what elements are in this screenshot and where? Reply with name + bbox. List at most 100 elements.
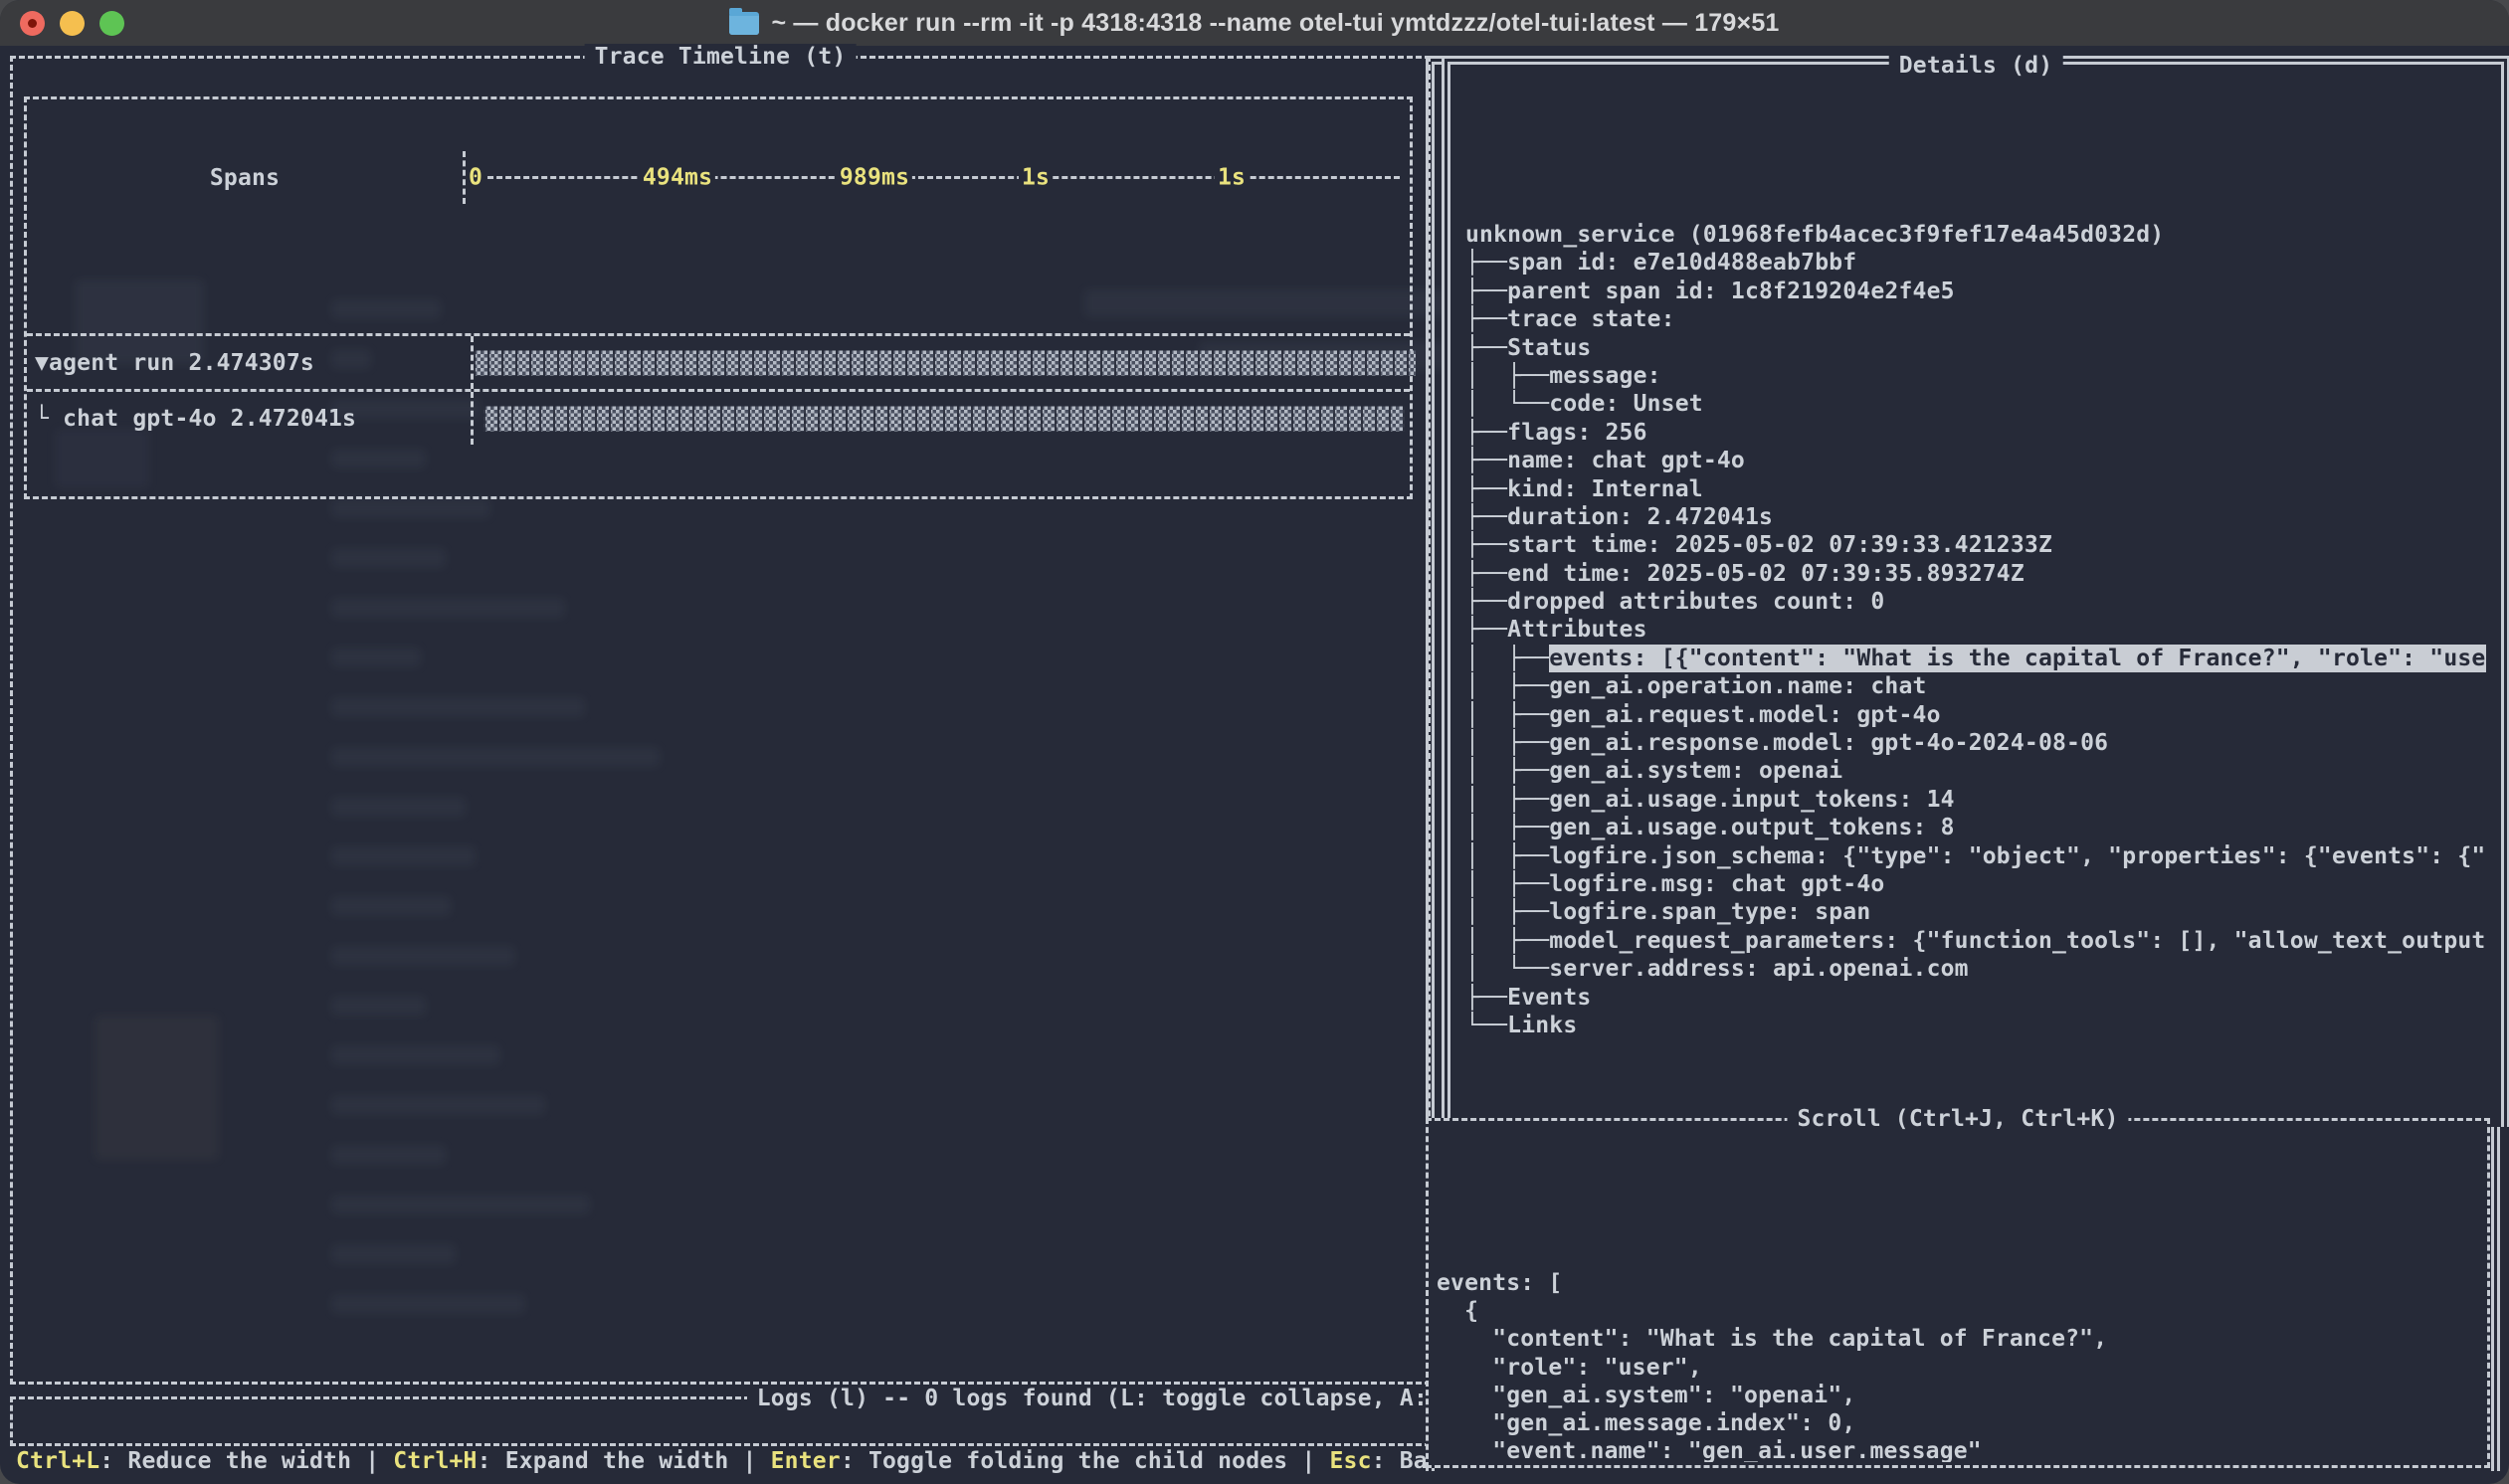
tree-row[interactable]: └──Links bbox=[1465, 1012, 2486, 1039]
shortcut-description: : Expand the width | bbox=[478, 1448, 771, 1474]
tree-branch-prefix: ├── bbox=[1465, 419, 1507, 447]
tree-row[interactable]: │ └──code: Unset bbox=[1465, 390, 2486, 418]
details-panel-title: Details (d) bbox=[1889, 53, 2063, 80]
span-bar-cell bbox=[474, 392, 1410, 445]
json-line: "role": "user", bbox=[1437, 1354, 2481, 1382]
tree-row-text: unknown_service (01968fefb4acec3f9fef17e… bbox=[1465, 221, 2164, 249]
tree-branch-prefix: ├── bbox=[1465, 447, 1507, 474]
details-panel[interactable]: Details (d) unknown_service (01968fefb4a… bbox=[1442, 56, 2509, 1127]
tree-branch-prefix: ├── bbox=[1465, 305, 1507, 333]
tree-row[interactable]: ├──name: chat gpt-4o bbox=[1465, 447, 2486, 474]
span-duration-bar bbox=[483, 406, 1405, 431]
tree-row[interactable]: ├──end time: 2025-05-02 07:39:35.893274Z bbox=[1465, 560, 2486, 588]
tree-row-text: logfire.msg: chat gpt-4o bbox=[1549, 870, 1884, 898]
tree-row-text: trace state: bbox=[1507, 305, 1675, 333]
trace-timeline-panel[interactable]: Trace Timeline (t) Spans 0494ms989ms1s1s… bbox=[10, 56, 1431, 1385]
tree-branch-prefix: ├── bbox=[1465, 560, 1507, 588]
tree-row[interactable]: ├──flags: 256 bbox=[1465, 419, 2486, 447]
ruler-tick-label: 989ms bbox=[837, 164, 912, 191]
tree-row[interactable]: ├──dropped attributes count: 0 bbox=[1465, 588, 2486, 616]
tree-row-text: model_request_parameters: {"function_too… bbox=[1549, 927, 2486, 955]
tree-row-text: Attributes bbox=[1507, 616, 1646, 644]
tree-row[interactable]: │ ├──gen_ai.usage.input_tokens: 14 bbox=[1465, 786, 2486, 814]
tree-row[interactable]: ├──Events bbox=[1465, 984, 2486, 1012]
tree-branch-prefix: │ ├── bbox=[1465, 870, 1549, 898]
tree-row[interactable]: │ ├──events: [{"content": "What is the c… bbox=[1465, 645, 2486, 672]
json-line: "content": "What is the capital of Franc… bbox=[1437, 1325, 2481, 1353]
tree-row[interactable]: ├──duration: 2.472041s bbox=[1465, 503, 2486, 531]
timeline-ruler: 0494ms989ms1s1s bbox=[466, 151, 1410, 204]
tree-row[interactable]: │ ├──gen_ai.response.model: gpt-4o-2024-… bbox=[1465, 729, 2486, 757]
tree-row-text: gen_ai.response.model: gpt-4o-2024-08-06 bbox=[1549, 729, 2108, 757]
tree-branch-prefix: ├── bbox=[1465, 334, 1507, 362]
shortcut-key: Enter bbox=[771, 1448, 841, 1474]
window-titlebar[interactable]: ~ — docker run --rm -it -p 4318:4318 --n… bbox=[0, 0, 2509, 46]
tree-branch-prefix: │ ├── bbox=[1465, 672, 1549, 700]
tree-row-text: Status bbox=[1507, 334, 1591, 362]
tree-row[interactable]: ├──parent span id: 1c8f219204e2f4e5 bbox=[1465, 278, 2486, 305]
tree-row-text: kind: Internal bbox=[1507, 475, 1703, 503]
ruler-line bbox=[470, 176, 1400, 179]
tree-branch-prefix: ├── bbox=[1465, 249, 1507, 277]
json-line: { bbox=[1437, 1297, 2481, 1325]
tree-row[interactable]: unknown_service (01968fefb4acec3f9fef17e… bbox=[1465, 221, 2486, 249]
tree-row-text: duration: 2.472041s bbox=[1507, 503, 1773, 531]
tree-row[interactable]: ├──Status bbox=[1465, 334, 2486, 362]
tree-row[interactable]: │ └──server.address: api.openai.com bbox=[1465, 955, 2486, 983]
tree-branch-prefix: │ ├── bbox=[1465, 786, 1549, 814]
tree-row[interactable]: ├──trace state: bbox=[1465, 305, 2486, 333]
tree-row[interactable]: │ ├──gen_ai.operation.name: chat bbox=[1465, 672, 2486, 700]
tree-row-text: Links bbox=[1507, 1012, 1577, 1039]
json-line: "event.name": "gen_ai.user.message" bbox=[1437, 1437, 2481, 1462]
minimize-button-icon[interactable] bbox=[60, 11, 85, 36]
close-button-icon[interactable] bbox=[20, 11, 45, 36]
tree-row-text: dropped attributes count: 0 bbox=[1507, 588, 1884, 616]
tree-row-text: gen_ai.operation.name: chat bbox=[1549, 672, 1926, 700]
tree-branch-prefix: │ ├── bbox=[1465, 701, 1549, 729]
tree-branch-prefix: │ └── bbox=[1465, 955, 1549, 983]
span-row[interactable]: └ chat gpt-4o 2.472041s bbox=[27, 389, 1410, 445]
json-line: events: [ bbox=[1437, 1269, 2481, 1297]
tree-branch-prefix: ├── bbox=[1465, 588, 1507, 616]
tree-row[interactable]: ├──kind: Internal bbox=[1465, 475, 2486, 503]
shortcut-key: Ctrl+H bbox=[393, 1448, 477, 1474]
status-bar-item: Esc: Ba bbox=[1330, 1448, 1428, 1478]
tree-row[interactable]: │ ├──gen_ai.system: openai bbox=[1465, 757, 2486, 785]
tree-branch-prefix: ├── bbox=[1465, 475, 1507, 503]
status-bar: Ctrl+L: Reduce the width | Ctrl+H: Expan… bbox=[16, 1448, 1428, 1478]
tree-row-text: gen_ai.usage.output_tokens: 8 bbox=[1549, 814, 1954, 841]
spans-table: Spans 0494ms989ms1s1s ▼agent run 2.47430… bbox=[24, 96, 1413, 499]
tree-branch-prefix: ├── bbox=[1465, 616, 1507, 644]
ruler-tick-label: 1s bbox=[1019, 164, 1053, 191]
tree-branch-prefix: │ ├── bbox=[1465, 814, 1549, 841]
tree-row[interactable]: │ ├──logfire.span_type: span bbox=[1465, 898, 2486, 926]
tree-branch-prefix: │ ├── bbox=[1465, 729, 1549, 757]
tree-branch-prefix: │ ├── bbox=[1465, 757, 1549, 785]
tree-row[interactable]: │ ├──gen_ai.request.model: gpt-4o bbox=[1465, 701, 2486, 729]
tree-row[interactable]: │ ├──logfire.json_schema: {"type": "obje… bbox=[1465, 842, 2486, 870]
span-row[interactable]: ▼agent run 2.474307s bbox=[27, 333, 1410, 389]
tree-row-text: parent span id: 1c8f219204e2f4e5 bbox=[1507, 278, 1955, 305]
tree-branch-prefix: └── bbox=[1465, 1012, 1507, 1039]
ruler-tick-label: 1s bbox=[1215, 164, 1249, 191]
tree-row[interactable]: │ ├──gen_ai.usage.output_tokens: 8 bbox=[1465, 814, 2486, 841]
tree-row[interactable]: │ ├──message: bbox=[1465, 362, 2486, 390]
logs-panel-title: Logs (l) -- 0 logs found (L: toggle coll… bbox=[747, 1386, 1428, 1412]
span-details-tree[interactable]: unknown_service (01968fefb4acec3f9fef17e… bbox=[1459, 74, 2492, 1127]
tree-row[interactable]: │ ├──logfire.msg: chat gpt-4o bbox=[1465, 870, 2486, 898]
tree-row[interactable]: ├──start time: 2025-05-02 07:39:33.42123… bbox=[1465, 531, 2486, 559]
logs-panel[interactable]: Logs (l) -- 0 logs found (L: toggle coll… bbox=[10, 1396, 1431, 1446]
scroll-panel[interactable]: Scroll (Ctrl+J, Ctrl+K) events: [ { "con… bbox=[1426, 1118, 2490, 1468]
terminal-window: ~ — docker run --rm -it -p 4318:4318 --n… bbox=[0, 0, 2509, 1484]
tree-row-text: gen_ai.usage.input_tokens: 14 bbox=[1549, 786, 1954, 814]
scroll-panel-title: Scroll (Ctrl+J, Ctrl+K) bbox=[1787, 1106, 2128, 1133]
tree-row[interactable]: ├──span id: e7e10d488eab7bbf bbox=[1465, 249, 2486, 277]
zoom-button-icon[interactable] bbox=[99, 11, 124, 36]
shortcut-key: Esc bbox=[1330, 1448, 1372, 1474]
tree-row[interactable]: │ ├──model_request_parameters: {"functio… bbox=[1465, 927, 2486, 955]
tree-row-text: start time: 2025-05-02 07:39:33.421233Z bbox=[1507, 531, 2052, 559]
attribute-value-viewer[interactable]: events: [ { "content": "What is the capi… bbox=[1437, 1124, 2481, 1462]
tree-branch-prefix: │ └── bbox=[1465, 390, 1549, 418]
tree-row[interactable]: ├──Attributes bbox=[1465, 616, 2486, 644]
tree-branch-prefix: ├── bbox=[1465, 503, 1507, 531]
